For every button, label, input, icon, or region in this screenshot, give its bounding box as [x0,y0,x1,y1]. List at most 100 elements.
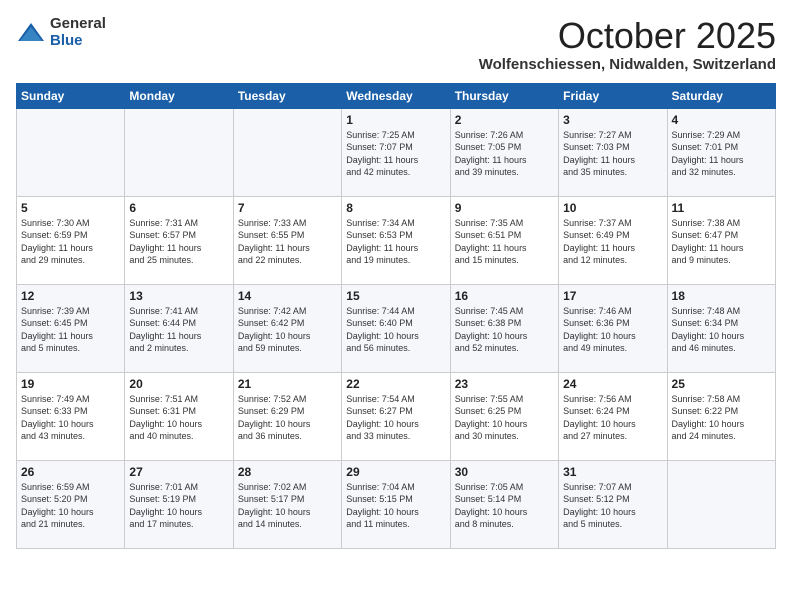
day-number: 8 [346,201,445,215]
calendar-cell: 31 Sunrise: 7:07 AM Sunset: 5:12 PM Dayli… [559,460,667,548]
day-header-friday: Friday [559,83,667,108]
calendar-cell [233,108,341,196]
day-content: Sunrise: 7:54 AM Sunset: 6:27 PM Dayligh… [346,393,445,443]
day-content: Sunrise: 7:34 AM Sunset: 6:53 PM Dayligh… [346,217,445,267]
day-header-wednesday: Wednesday [342,83,450,108]
day-number: 13 [129,289,228,303]
calendar-cell: 28Sunrise: 7:02 AM Sunset: 5:17 PM Dayli… [233,460,341,548]
day-number: 9 [455,201,554,215]
calendar-cell: 4Sunrise: 7:29 AM Sunset: 7:01 PM Daylig… [667,108,775,196]
day-content: Sunrise: 7:26 AM Sunset: 7:05 PM Dayligh… [455,129,554,179]
day-content: Sunrise: 7:33 AM Sunset: 6:55 PM Dayligh… [238,217,337,267]
day-number: 10 [563,201,662,215]
calendar-cell [17,108,125,196]
calendar-cell: 25Sunrise: 7:58 AM Sunset: 6:22 PM Dayli… [667,372,775,460]
calendar-cell: 23Sunrise: 7:55 AM Sunset: 6:25 PM Dayli… [450,372,558,460]
day-content: Sunrise: 7:44 AM Sunset: 6:40 PM Dayligh… [346,305,445,355]
calendar-cell: 15 Sunrise: 7:44 AM Sunset: 6:40 PM Dayli… [342,284,450,372]
calendar-cell: 7 Sunrise: 7:33 AM Sunset: 6:55 PM Daylig… [233,196,341,284]
day-header-sunday: Sunday [17,83,125,108]
day-content: Sunrise: 7:41 AM Sunset: 6:44 PM Dayligh… [129,305,228,355]
calendar-cell: 16Sunrise: 7:45 AM Sunset: 6:38 PM Dayli… [450,284,558,372]
day-content: Sunrise: 7:42 AM Sunset: 6:42 PM Dayligh… [238,305,337,355]
logo-text: General Blue [50,16,106,49]
page-header: General Blue October 2025 Wolfenschiesse… [16,16,776,73]
day-number: 17 [563,289,662,303]
day-number: 27 [129,465,228,479]
day-content: Sunrise: 7:07 AM Sunset: 5:12 PM Dayligh… [563,481,662,531]
day-number: 29 [346,465,445,479]
header-row: SundayMondayTuesdayWednesdayThursdayFrid… [17,83,776,108]
calendar-cell: 6 Sunrise: 7:31 AM Sunset: 6:57 PM Daylig… [125,196,233,284]
day-content: Sunrise: 7:04 AM Sunset: 5:15 PM Dayligh… [346,481,445,531]
calendar-cell: 17 Sunrise: 7:46 AM Sunset: 6:36 PM Dayli… [559,284,667,372]
calendar-cell: 13 Sunrise: 7:41 AM Sunset: 6:44 PM Dayli… [125,284,233,372]
logo-blue: Blue [50,33,106,50]
day-number: 26 [21,465,120,479]
day-content: Sunrise: 7:55 AM Sunset: 6:25 PM Dayligh… [455,393,554,443]
day-number: 3 [563,113,662,127]
day-content: Sunrise: 7:38 AM Sunset: 6:47 PM Dayligh… [672,217,771,267]
day-number: 15 [346,289,445,303]
calendar-cell: 19Sunrise: 7:49 AM Sunset: 6:33 PM Dayli… [17,372,125,460]
calendar-cell: 26 Sunrise: 6:59 AM Sunset: 5:20 PM Dayli… [17,460,125,548]
day-number: 18 [672,289,771,303]
calendar-cell: 29 Sunrise: 7:04 AM Sunset: 5:15 PM Dayli… [342,460,450,548]
day-content: Sunrise: 7:30 AM Sunset: 6:59 PM Dayligh… [21,217,120,267]
day-content: Sunrise: 7:01 AM Sunset: 5:19 PM Dayligh… [129,481,228,531]
day-number: 28 [238,465,337,479]
calendar-cell: 27 Sunrise: 7:01 AM Sunset: 5:19 PM Dayli… [125,460,233,548]
day-content: Sunrise: 7:45 AM Sunset: 6:38 PM Dayligh… [455,305,554,355]
day-number: 25 [672,377,771,391]
day-number: 5 [21,201,120,215]
calendar-cell: 11 Sunrise: 7:38 AM Sunset: 6:47 PM Dayli… [667,196,775,284]
day-content: Sunrise: 7:52 AM Sunset: 6:29 PM Dayligh… [238,393,337,443]
day-number: 11 [672,201,771,215]
calendar-cell: 30 Sunrise: 7:05 AM Sunset: 5:14 PM Dayli… [450,460,558,548]
calendar-cell: 22 Sunrise: 7:54 AM Sunset: 6:27 PM Dayli… [342,372,450,460]
day-content: Sunrise: 6:59 AM Sunset: 5:20 PM Dayligh… [21,481,120,531]
day-content: Sunrise: 7:48 AM Sunset: 6:34 PM Dayligh… [672,305,771,355]
calendar-cell: 8 Sunrise: 7:34 AM Sunset: 6:53 PM Daylig… [342,196,450,284]
day-content: Sunrise: 7:25 AM Sunset: 7:07 PM Dayligh… [346,129,445,179]
day-number: 7 [238,201,337,215]
day-number: 20 [129,377,228,391]
calendar-cell: 21 Sunrise: 7:52 AM Sunset: 6:29 PM Dayli… [233,372,341,460]
week-row-1: 1Sunrise: 7:25 AM Sunset: 7:07 PM Daylig… [17,108,776,196]
day-number: 24 [563,377,662,391]
logo-icon [16,21,46,45]
day-number: 6 [129,201,228,215]
week-row-3: 12 Sunrise: 7:39 AM Sunset: 6:45 PM Dayli… [17,284,776,372]
logo-general: General [50,16,106,33]
calendar-cell: 12 Sunrise: 7:39 AM Sunset: 6:45 PM Dayli… [17,284,125,372]
day-content: Sunrise: 7:39 AM Sunset: 6:45 PM Dayligh… [21,305,120,355]
calendar-cell: 1Sunrise: 7:25 AM Sunset: 7:07 PM Daylig… [342,108,450,196]
day-header-thursday: Thursday [450,83,558,108]
day-number: 22 [346,377,445,391]
day-header-saturday: Saturday [667,83,775,108]
day-header-tuesday: Tuesday [233,83,341,108]
week-row-4: 19Sunrise: 7:49 AM Sunset: 6:33 PM Dayli… [17,372,776,460]
day-content: Sunrise: 7:46 AM Sunset: 6:36 PM Dayligh… [563,305,662,355]
day-number: 21 [238,377,337,391]
day-content: Sunrise: 7:49 AM Sunset: 6:33 PM Dayligh… [21,393,120,443]
calendar-cell: 18 Sunrise: 7:48 AM Sunset: 6:34 PM Dayli… [667,284,775,372]
day-header-monday: Monday [125,83,233,108]
calendar-cell: 14Sunrise: 7:42 AM Sunset: 6:42 PM Dayli… [233,284,341,372]
day-number: 30 [455,465,554,479]
calendar-cell: 20 Sunrise: 7:51 AM Sunset: 6:31 PM Dayli… [125,372,233,460]
day-content: Sunrise: 7:35 AM Sunset: 6:51 PM Dayligh… [455,217,554,267]
week-row-5: 26 Sunrise: 6:59 AM Sunset: 5:20 PM Dayli… [17,460,776,548]
day-content: Sunrise: 7:31 AM Sunset: 6:57 PM Dayligh… [129,217,228,267]
logo: General Blue [16,16,106,49]
title-block: October 2025 Wolfenschiessen, Nidwalden,… [479,16,776,73]
day-content: Sunrise: 7:51 AM Sunset: 6:31 PM Dayligh… [129,393,228,443]
calendar-table: SundayMondayTuesdayWednesdayThursdayFrid… [16,83,776,549]
day-content: Sunrise: 7:05 AM Sunset: 5:14 PM Dayligh… [455,481,554,531]
day-content: Sunrise: 7:37 AM Sunset: 6:49 PM Dayligh… [563,217,662,267]
day-number: 12 [21,289,120,303]
calendar-cell: 9 Sunrise: 7:35 AM Sunset: 6:51 PM Daylig… [450,196,558,284]
location: Wolfenschiessen, Nidwalden, Switzerland [479,56,776,73]
day-number: 31 [563,465,662,479]
calendar-cell: 24Sunrise: 7:56 AM Sunset: 6:24 PM Dayli… [559,372,667,460]
